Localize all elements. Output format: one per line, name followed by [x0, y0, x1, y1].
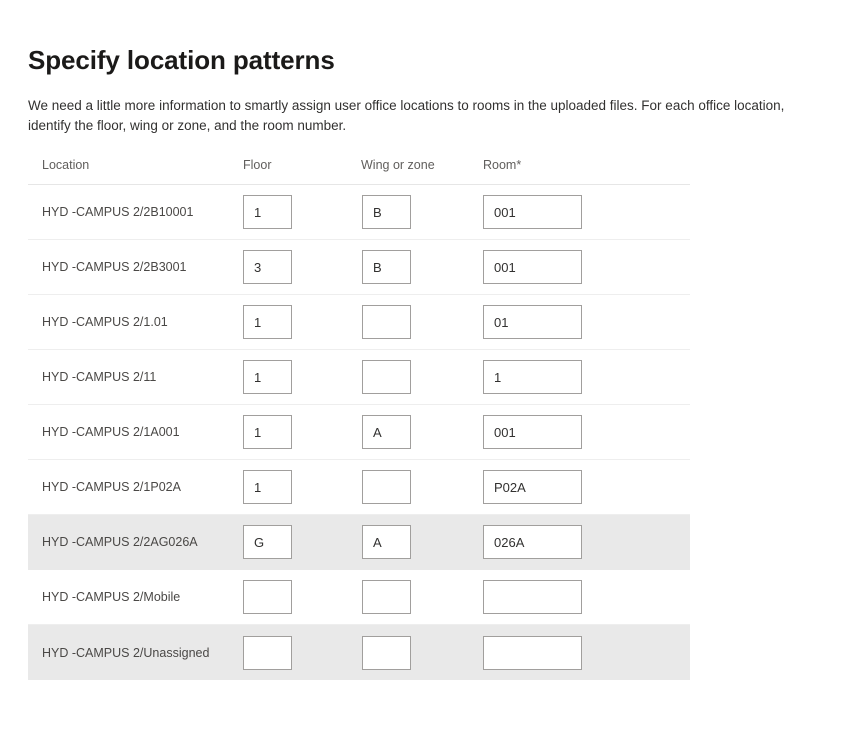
wing-input[interactable]	[362, 415, 411, 449]
room-input[interactable]	[483, 195, 582, 229]
cell-location: HYD -CAMPUS 2/1A001	[42, 425, 180, 439]
wing-input[interactable]	[362, 470, 411, 504]
floor-input[interactable]	[243, 250, 292, 284]
floor-input[interactable]	[243, 360, 292, 394]
wing-input[interactable]	[362, 525, 411, 559]
specify-location-patterns-page: Specify location patterns We need a litt…	[0, 0, 845, 733]
wing-input[interactable]	[362, 305, 411, 339]
column-header-floor: Floor	[243, 158, 272, 172]
floor-input[interactable]	[243, 415, 292, 449]
wing-input[interactable]	[362, 195, 411, 229]
floor-input[interactable]	[243, 470, 292, 504]
floor-input[interactable]	[243, 305, 292, 339]
floor-input[interactable]	[243, 525, 292, 559]
room-input[interactable]	[483, 525, 582, 559]
cell-location: HYD -CAMPUS 2/Unassigned	[42, 645, 210, 660]
cell-location: HYD -CAMPUS 2/11	[42, 370, 157, 384]
wing-input[interactable]	[362, 250, 411, 284]
room-input[interactable]	[483, 250, 582, 284]
room-input[interactable]	[483, 470, 582, 504]
page-description: We need a little more information to sma…	[28, 97, 785, 133]
table-row: HYD -CAMPUS 2/1.01	[28, 295, 690, 350]
wing-input[interactable]	[362, 360, 411, 394]
cell-location: HYD -CAMPUS 2/2B10001	[42, 205, 194, 219]
cell-location: HYD -CAMPUS 2/2AG026A	[42, 535, 198, 549]
table-row: HYD -CAMPUS 2/1A001	[28, 405, 690, 460]
column-header-location: Location	[42, 158, 90, 172]
table-body: HYD -CAMPUS 2/2B10001 HYD -CAMPUS 2/2B300…	[28, 185, 690, 680]
wing-input[interactable]	[362, 580, 411, 614]
column-header-wing: Wing or zone	[361, 158, 435, 172]
table-row: HYD -CAMPUS 2/Mobile	[28, 570, 690, 625]
room-input[interactable]	[483, 305, 582, 339]
column-header-room: Room*	[483, 158, 522, 172]
table-row: HYD -CAMPUS 2/2AG026A	[28, 515, 690, 570]
cell-location: HYD -CAMPUS 2/2B3001	[42, 260, 187, 274]
room-input[interactable]	[483, 415, 582, 449]
room-input[interactable]	[483, 635, 582, 670]
table-header-row: Location Floor Wing or zone Room*	[28, 155, 690, 185]
floor-input[interactable]	[243, 580, 292, 614]
table-row: HYD -CAMPUS 2/2B10001	[28, 185, 690, 240]
wing-input[interactable]	[362, 635, 411, 670]
cell-location: HYD -CAMPUS 2/Mobile	[42, 590, 181, 604]
floor-input[interactable]	[243, 635, 292, 670]
cell-location: HYD -CAMPUS 2/1P02A	[42, 480, 181, 494]
location-patterns-table: Location Floor Wing or zone Room* HYD -C…	[28, 155, 690, 680]
table-row: HYD -CAMPUS 2/2B3001	[28, 240, 690, 295]
cell-location: HYD -CAMPUS 2/1.01	[42, 315, 168, 329]
table-row: HYD -CAMPUS 2/11	[28, 350, 690, 405]
page-title: Specify location patterns	[28, 45, 335, 76]
room-input[interactable]	[483, 360, 582, 394]
table-row: HYD -CAMPUS 2/Unassigned	[28, 625, 690, 680]
floor-input[interactable]	[243, 195, 292, 229]
room-input[interactable]	[483, 580, 582, 614]
table-row: HYD -CAMPUS 2/1P02A	[28, 460, 690, 515]
